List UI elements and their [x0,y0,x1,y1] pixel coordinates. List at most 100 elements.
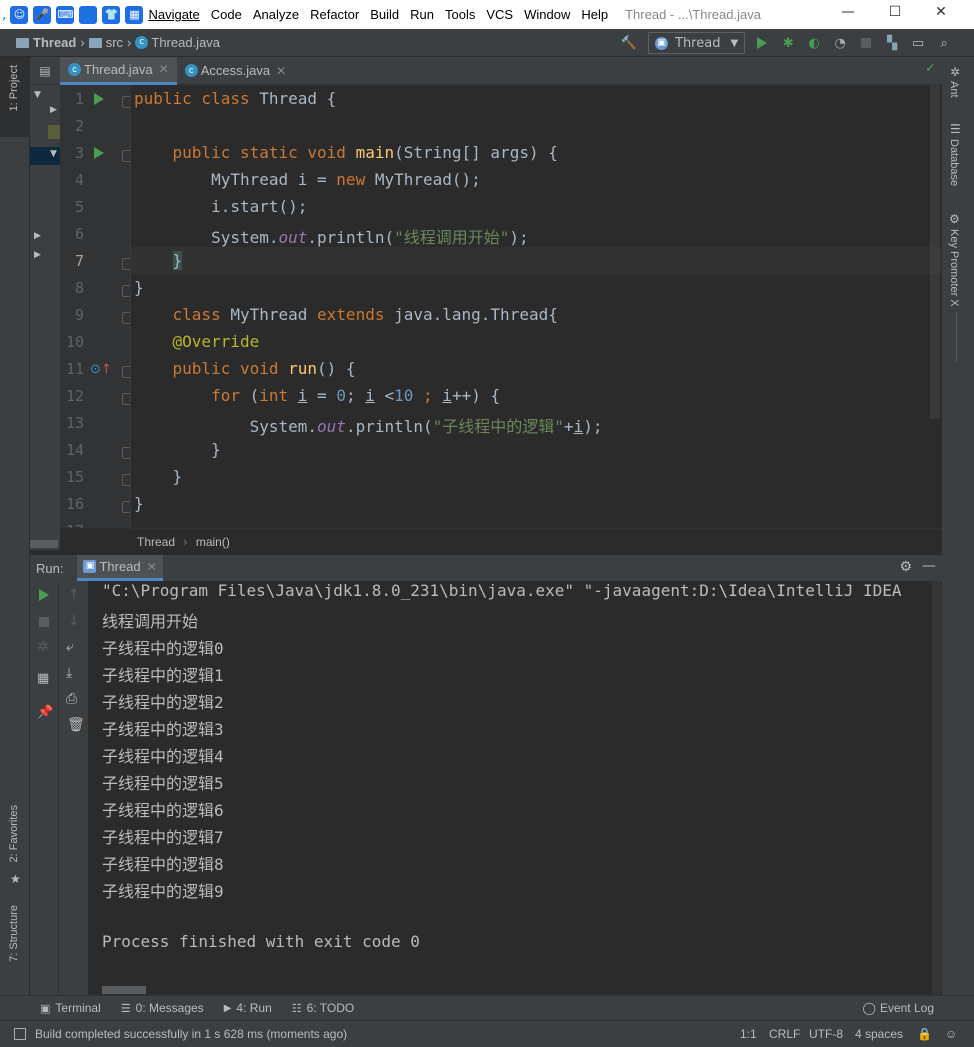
pin-icon[interactable]: 📌 [37,705,53,720]
hide-icon[interactable]: — [922,558,936,574]
scrollbar-ruler [956,312,974,362]
inspector-icon[interactable]: ☺ [945,1027,957,1041]
favorites-tab[interactable]: 2: Favorites [8,805,20,862]
debug-icon[interactable]: ✲ [37,639,49,655]
tabs-menu-icon[interactable]: ▤ [30,57,60,85]
soft-wrap-icon[interactable]: ⤶ [66,639,74,655]
line-separator[interactable]: CRLF [769,1027,800,1041]
inspection-ok-icon[interactable]: ✓ [925,61,936,76]
close-icon[interactable]: ✕ [931,4,951,24]
coverage-icon[interactable]: ◐ [805,34,823,52]
debug-icon[interactable]: ✱ [779,34,797,52]
structure-tab[interactable]: 7: Structure [8,905,20,962]
code-line-13: System.out.println("子线程中的逻辑"+i); [134,417,603,436]
menu-run[interactable]: Run [410,7,434,22]
tree-collapse-icon[interactable]: ▶ [50,105,57,115]
messages-icon: ☰ [120,1002,131,1015]
tab-thread-java[interactable]: c Thread.java ✕ [60,56,177,85]
scrollbar-thumb[interactable] [30,540,58,548]
lock-icon[interactable]: 🔒 [917,1027,932,1041]
tree-expand-icon[interactable]: ▼ [34,90,41,100]
breadcrumb-method[interactable]: main() [196,535,230,549]
trash-icon[interactable]: 🗑 [67,717,85,733]
menu-window[interactable]: Window [524,7,570,22]
horizontal-scrollbar[interactable] [102,986,146,994]
run-config-label: Thread [675,35,721,51]
messages-tab[interactable]: ☰ 0: Messages [121,1001,204,1015]
event-log-tab[interactable]: ◯ Event Log [863,1001,934,1015]
tab-access-java[interactable]: c Access.java ✕ [177,57,294,85]
grid-icon[interactable]: ▦ [125,5,144,24]
terminal-tab[interactable]: ▣ Terminal [40,1001,101,1015]
menu-build[interactable]: Build [370,7,399,22]
minimize-icon[interactable]: — [838,4,858,24]
console-output[interactable]: "C:\Program Files\Java\jdk1.8.0_231\bin\… [88,581,942,995]
selected-tree-row[interactable]: ▼ [30,147,60,165]
run-tab-thread[interactable]: ▣ Thread ✕ [77,555,163,581]
console-scrollbar[interactable] [932,581,941,995]
java-class-icon: c [68,62,81,76]
menu-tools[interactable]: Tools [445,7,475,22]
menu-refactor[interactable]: Refactor [310,7,359,22]
skin-icon[interactable]: 👕 [102,5,121,24]
key-promoter-tab[interactable]: Key Promoter X [948,229,960,307]
stop-icon[interactable] [39,617,49,627]
tree-collapse-icon[interactable]: ▶ [34,231,41,241]
menu-analyze[interactable]: Analyze [253,7,299,22]
ant-tab[interactable]: Ant [948,81,960,98]
menu-help[interactable]: Help [581,7,608,22]
search-icon[interactable]: ⌕ [935,34,953,52]
stop-icon[interactable] [857,34,875,52]
menu-code[interactable]: Code [211,7,242,22]
layout-icon[interactable]: ▭ [909,34,927,52]
tree-collapse-icon[interactable]: ▶ [34,250,41,260]
breadcrumb-project[interactable]: Thread [33,35,76,50]
status-message[interactable]: Build completed successfully in 1 s 628 … [35,1027,347,1041]
breadcrumb-file[interactable]: Thread.java [151,35,220,50]
key-promoter-icon: ⚙ [949,212,960,226]
menu-vcs[interactable]: VCS [486,7,513,22]
editor-breadcrumb: Thread › main() [130,528,942,554]
code-editor[interactable]: public class Thread { public static void… [130,85,942,528]
menu-navigate[interactable]: Navigate [148,7,199,22]
up-arrow-icon[interactable]: ↑ [68,587,80,603]
file-encoding[interactable]: UTF-8 [809,1027,843,1041]
build-hammer-icon[interactable]: 🔨 [620,34,638,52]
close-tab-icon[interactable]: ✕ [159,62,169,76]
scroll-to-end-icon[interactable]: ⤓ [66,665,72,681]
breadcrumb-src[interactable]: src [106,35,123,50]
microphone-icon[interactable]: 🎤 [33,5,52,24]
run-tab[interactable]: ▶ 4: Run [224,1001,272,1015]
tab-label: Access.java [200,63,271,78]
down-arrow-icon[interactable]: ↓ [68,613,80,629]
breadcrumb-class[interactable]: Thread [137,535,175,549]
editor-scrollbar[interactable] [930,85,940,419]
run-config-select[interactable]: ▣ Thread ▼ [648,32,746,54]
maximize-icon[interactable]: ☐ [885,4,905,24]
rerun-icon[interactable] [39,589,49,601]
todo-tab[interactable]: ☷ 6: TODO [292,1001,354,1015]
code-line-6: System.out.println("线程调用开始"); [134,228,529,247]
layout-icon[interactable]: ▦ [37,671,49,686]
override-gutter-icon[interactable]: ⊙↑ [90,362,112,377]
project-tool-tab[interactable]: 1: Project [0,57,30,137]
comma-icon[interactable]: , [2,7,6,23]
close-tab-icon[interactable]: ✕ [147,560,157,574]
indent-setting[interactable]: 4 spaces [855,1027,903,1041]
code-line-10: @Override [172,332,260,351]
print-icon[interactable]: ⎙ [66,691,77,707]
run-gutter-icon[interactable] [94,93,104,105]
project-structure-icon[interactable]: ▚ [883,34,901,52]
profile-icon[interactable]: ◔ [831,34,849,52]
run-gutter-icon[interactable] [94,147,104,159]
caret-position[interactable]: 1:1 [740,1027,757,1041]
close-tab-icon[interactable]: ✕ [276,64,286,78]
folder-icon [48,125,60,139]
run-icon[interactable] [753,34,771,52]
keyboard-icon[interactable]: ⌨ [56,5,75,24]
emoji-icon[interactable]: ☺ [10,5,29,24]
panel-toggle-icon[interactable] [14,1028,26,1040]
database-tab[interactable]: Database [948,139,960,186]
user-settings-icon[interactable]: 👤 [79,5,98,24]
gear-icon[interactable]: ⚙ [899,559,912,575]
